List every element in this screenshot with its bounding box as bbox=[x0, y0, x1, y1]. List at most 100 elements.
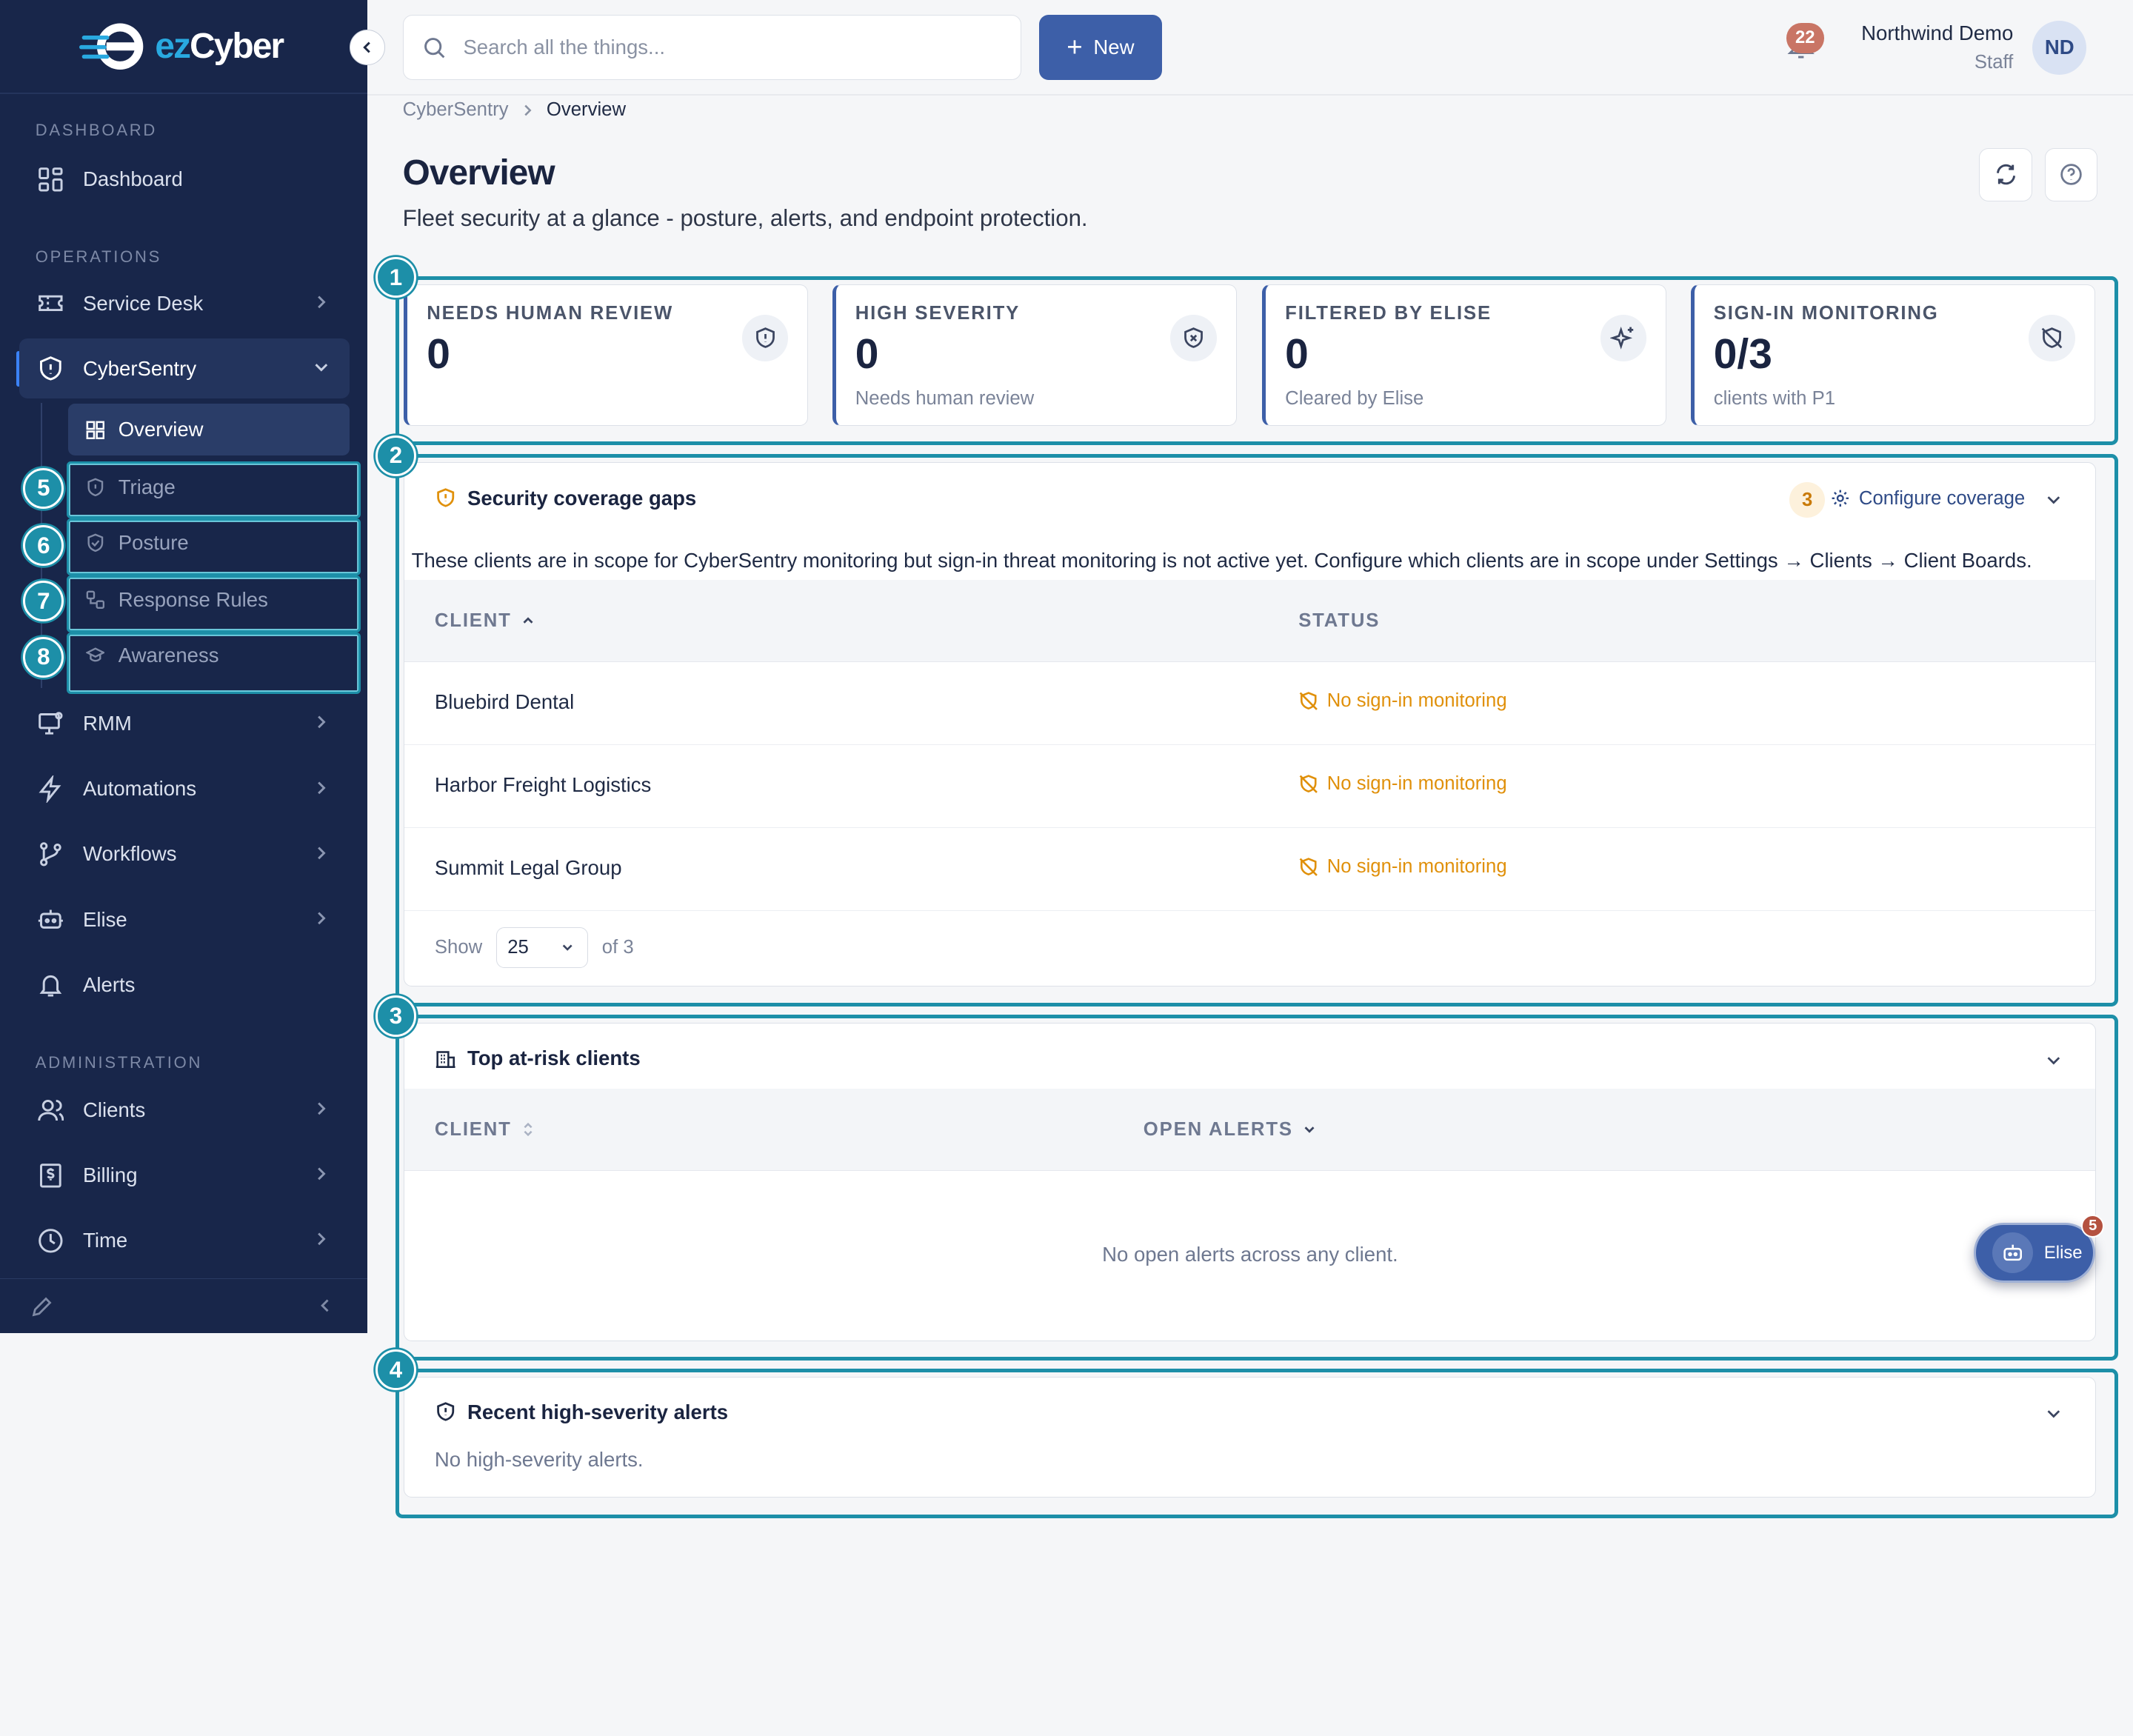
robot-icon bbox=[1992, 1232, 2034, 1274]
sidebar-subitem-overview[interactable]: Overview bbox=[67, 404, 350, 456]
empty-state-message: No high-severity alerts. bbox=[434, 1448, 644, 1472]
user-name[interactable]: Northwind Demo bbox=[1861, 21, 2013, 45]
sidebar-item-service-desk[interactable]: Service Desk bbox=[19, 273, 350, 333]
sidebar-item-label: RMM bbox=[83, 712, 132, 735]
robot-icon bbox=[36, 904, 65, 934]
at-risk-header[interactable]: Top at-risk clients bbox=[435, 1046, 641, 1070]
sidebar-item-clients[interactable]: Clients bbox=[19, 1080, 350, 1140]
table-row[interactable]: Bluebird Dental No sign-in monitoring bbox=[404, 662, 2096, 745]
app-logo[interactable]: ezCyber bbox=[79, 16, 284, 76]
annotation-badge-5: 5 bbox=[23, 467, 64, 509]
chevron-right-icon bbox=[317, 912, 326, 925]
sidebar-item-label: Elise bbox=[83, 907, 127, 931]
column-header-client[interactable]: CLIENT bbox=[435, 1119, 536, 1141]
sidebar-item-alerts[interactable]: Alerts bbox=[19, 955, 350, 1015]
chevron-right-icon bbox=[317, 715, 326, 729]
user-avatar[interactable]: ND bbox=[2032, 20, 2087, 75]
annotation-badge-6: 6 bbox=[23, 524, 64, 567]
stat-value: 0/3 bbox=[1713, 330, 1772, 378]
new-button-label: New bbox=[1093, 36, 1135, 59]
recent-alerts-header[interactable]: Recent high-severity alerts bbox=[435, 1401, 728, 1424]
chevron-down-icon bbox=[562, 944, 573, 951]
breadcrumb: CyberSentry Overview bbox=[403, 99, 626, 121]
column-header-client[interactable]: CLIENT bbox=[435, 610, 536, 632]
sidebar-item-label: Alerts bbox=[83, 972, 136, 996]
page-size-select[interactable]: 25 bbox=[495, 927, 589, 968]
shield-icon bbox=[36, 354, 65, 384]
table-row[interactable]: Summit Legal Group No sign-in monitoring bbox=[404, 828, 2096, 911]
divider bbox=[367, 93, 2133, 96]
pagination: Show 25 of 3 bbox=[435, 927, 634, 968]
annotation-badge-4: 4 bbox=[375, 1349, 417, 1391]
sidebar-subitem-label: Overview bbox=[118, 418, 204, 441]
sidebar-item-label: Clients bbox=[83, 1098, 146, 1121]
pager-total: of 3 bbox=[601, 936, 634, 958]
collapse-sidebar-icon[interactable] bbox=[316, 1296, 335, 1315]
gear-icon bbox=[1832, 490, 1849, 507]
stat-note: Needs human review bbox=[855, 388, 1035, 410]
grid-icon bbox=[36, 164, 65, 194]
breadcrumb-parent[interactable]: CyberSentry bbox=[403, 99, 509, 121]
global-search[interactable] bbox=[402, 15, 1022, 81]
section-label-operations: OPERATIONS bbox=[35, 247, 162, 267]
stat-card-high-severity[interactable]: HIGH SEVERITY 0 Needs human review bbox=[832, 284, 1237, 426]
lightning-icon bbox=[36, 774, 65, 804]
at-risk-panel: Top at-risk clients CLIENT OPEN ALERTS N… bbox=[404, 1023, 2097, 1341]
stat-value: 0 bbox=[855, 330, 879, 378]
pencil-icon[interactable] bbox=[30, 1295, 54, 1319]
client-name: Harbor Freight Logistics bbox=[434, 773, 652, 797]
chevron-down-icon[interactable] bbox=[2044, 1051, 2063, 1070]
clock-icon bbox=[36, 1226, 65, 1255]
chevron-down-icon bbox=[315, 364, 327, 372]
search-icon bbox=[424, 37, 445, 59]
shield-alert-icon bbox=[437, 1402, 455, 1421]
shield-off-icon bbox=[1299, 692, 1318, 710]
stat-card-needs-review[interactable]: NEEDS HUMAN REVIEW 0 bbox=[404, 284, 808, 426]
column-header-open-alerts[interactable]: OPEN ALERTS bbox=[1144, 1119, 1318, 1141]
stat-card-filtered-by-elise[interactable]: FILTERED BY ELISE 0 Cleared by Elise bbox=[1262, 284, 1666, 426]
stat-label: HIGH SEVERITY bbox=[855, 302, 1021, 324]
sidebar-item-cybersentry[interactable]: CyberSentry bbox=[19, 338, 350, 399]
help-icon bbox=[2060, 164, 2082, 186]
page-title: Overview bbox=[402, 153, 555, 193]
refresh-icon bbox=[1996, 164, 2015, 185]
sidebar-toggle-button[interactable] bbox=[350, 30, 385, 66]
sidebar-item-label: Dashboard bbox=[83, 167, 183, 191]
logo-wordmark: ezCyber bbox=[155, 26, 284, 66]
sidebar-item-time[interactable]: Time bbox=[19, 1211, 350, 1271]
chevron-down-icon[interactable] bbox=[2044, 490, 2063, 510]
panel-title: Security coverage gaps bbox=[467, 486, 697, 510]
sort-asc-icon bbox=[523, 617, 533, 624]
status-badge: No sign-in monitoring bbox=[1298, 856, 1507, 878]
sidebar-footer bbox=[0, 1278, 367, 1332]
sidebar-item-workflows[interactable]: Workflows bbox=[19, 824, 350, 884]
chevron-down-icon[interactable] bbox=[2044, 1404, 2063, 1423]
pager-show-label: Show bbox=[434, 936, 483, 958]
branch-icon bbox=[36, 839, 65, 869]
table-row[interactable]: Harbor Freight Logistics No sign-in moni… bbox=[404, 745, 2096, 828]
highlight-frame-5 bbox=[66, 461, 361, 518]
new-button[interactable]: + New bbox=[1039, 15, 1162, 81]
help-button[interactable] bbox=[2044, 148, 2098, 201]
sidebar-item-billing[interactable]: Billing bbox=[19, 1146, 350, 1206]
shield-warning-icon bbox=[437, 488, 455, 507]
empty-state-message: No open alerts across any client. bbox=[1102, 1242, 1398, 1266]
configure-coverage-link[interactable]: Configure coverage bbox=[1830, 488, 2025, 510]
stat-card-sign-in-monitoring[interactable]: SIGN-IN MONITORING 0/3 clients with P1 bbox=[1691, 284, 2095, 426]
elise-assistant-button[interactable]: Elise bbox=[1974, 1223, 2095, 1283]
shield-off-icon bbox=[2029, 315, 2075, 361]
search-input[interactable] bbox=[463, 36, 981, 60]
breadcrumb-current: Overview bbox=[546, 99, 627, 121]
user-role: Staff bbox=[1974, 51, 2014, 73]
shield-off-icon bbox=[1299, 858, 1318, 876]
sidebar-item-dashboard[interactable]: Dashboard bbox=[19, 150, 350, 210]
coverage-header[interactable]: Security coverage gaps bbox=[435, 487, 696, 510]
column-header-status[interactable]: STATUS bbox=[1298, 610, 1380, 632]
sidebar-item-automations[interactable]: Automations bbox=[19, 759, 350, 819]
sidebar-item-label: Time bbox=[83, 1229, 128, 1252]
sidebar-item-elise[interactable]: Elise bbox=[19, 889, 350, 949]
refresh-button[interactable] bbox=[1979, 148, 2033, 201]
chevron-right-icon bbox=[317, 1167, 326, 1181]
logo-mark-icon bbox=[79, 23, 143, 70]
sidebar-item-rmm[interactable]: RMM bbox=[19, 694, 350, 754]
